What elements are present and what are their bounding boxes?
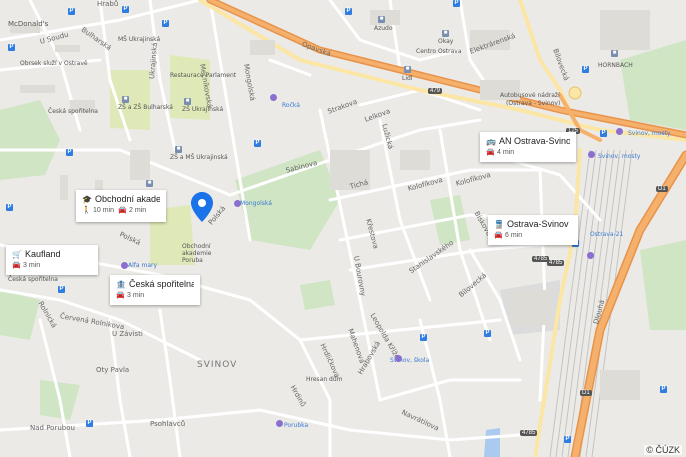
label-ostrava-svinov-paren: (Ostrava - Svinov) — [506, 100, 561, 107]
bus-stop-icon[interactable] — [616, 128, 623, 135]
parking-icon[interactable]: P — [58, 286, 65, 293]
card-obchodni-akademie[interactable]: 🎓 Obchodní akade… 🚶 10 min 🚘 2 min — [76, 190, 166, 222]
label-kaufland-area: Česká spořitelna — [8, 276, 58, 283]
district-label: SVINOV — [197, 360, 238, 370]
label-u-zavisti: U Závisti — [112, 330, 143, 338]
parking-icon[interactable]: P — [484, 330, 491, 337]
car-icon: 🚘 — [12, 262, 21, 269]
parking-icon[interactable]: P — [660, 386, 667, 393]
parking-icon[interactable]: P — [68, 8, 75, 15]
location-pin-icon[interactable] — [191, 192, 213, 222]
label-porubka: Porubka — [284, 422, 309, 429]
car-icon: 🚘 — [116, 292, 125, 299]
label-hrabu: Hrabů — [97, 0, 119, 8]
label-obchodni-akademie: Obchodní akademie Poruba — [182, 243, 212, 264]
card-kaufland[interactable]: 🛒 Kaufland 🚘 3 min — [6, 245, 98, 275]
label-svinov-mosty2: Svinov, mosty — [598, 153, 641, 160]
label-ceska-sporitelna-map: Česká spořitelna — [48, 108, 98, 115]
parking-icon[interactable]: P — [453, 0, 460, 7]
parking-icon[interactable]: P — [86, 420, 93, 427]
school-icon[interactable]: ■ — [184, 98, 191, 105]
label-lidl: Lidl — [402, 75, 413, 82]
label-autobusove: Autobusové nádraží — [500, 92, 560, 99]
card-title: Česká spořitelna — [129, 279, 194, 289]
road-shield-d1b: D1 — [580, 390, 592, 396]
label-svinov-mosty: Svinov, mosty — [628, 130, 671, 137]
bus-stop-icon[interactable] — [121, 262, 128, 269]
bus-stop-icon[interactable] — [276, 420, 283, 427]
label-zs-bulharska: ZŠ a ZŠ Bulharská — [118, 104, 173, 111]
label-hresan-dum: Hresan dům — [306, 376, 343, 383]
school-icon[interactable]: ■ — [175, 146, 182, 153]
bus-stop-icon[interactable] — [588, 151, 595, 158]
bus-stop-icon[interactable] — [270, 94, 277, 101]
bus-stop-icon[interactable] — [395, 355, 402, 362]
travel-time-car: 3 min — [23, 262, 41, 269]
copyright[interactable]: © ČÚZK — [644, 445, 682, 455]
label-zs-ukrajinska: ZŠ Ukrajinská — [182, 106, 224, 113]
parking-icon[interactable]: P — [600, 130, 607, 137]
travel-time-car: 4 min — [497, 149, 515, 156]
cart-icon: 🛒 — [12, 249, 22, 259]
walk-icon: 🚶 — [82, 207, 91, 214]
label-mongolska-stop: Mongolská — [240, 200, 272, 207]
card-ostrava-svinov[interactable]: 🚆 Ostrava-Svinov 🚘 6 min — [488, 215, 578, 245]
parking-icon[interactable]: P — [8, 44, 15, 51]
bus-stop-icon[interactable] — [234, 200, 241, 207]
label-okay: Okay — [438, 38, 454, 45]
car-icon: 🚘 — [494, 232, 503, 239]
water — [484, 428, 500, 457]
label-obrsek: Obrsek služí v Ostravě — [20, 60, 88, 67]
label-hornbach: HORNBACH — [598, 62, 633, 69]
label-ostrava-21: Ostrava-21 — [590, 231, 624, 238]
label-rocka: Ročká — [282, 102, 300, 109]
bus-stop-icon[interactable] — [587, 252, 594, 259]
label-alfa-mary: Alfa mary — [128, 262, 158, 269]
label-mcdonalds: McDonald's — [8, 20, 49, 28]
parking-icon[interactable]: P — [564, 436, 571, 443]
card-ceska-sporitelna[interactable]: 🏦 Česká spořitelna 🚘 3 min — [110, 275, 200, 305]
parking-icon[interactable]: P — [345, 8, 352, 15]
school-icon[interactable]: ■ — [122, 96, 129, 103]
bus-icon: 🚌 — [486, 136, 496, 146]
card-title: Obchodní akade… — [95, 194, 160, 204]
car-icon: 🚘 — [118, 207, 127, 214]
school-icon: 🎓 — [82, 194, 92, 204]
card-an-ostrava-svinov[interactable]: 🚌 AN Ostrava-Svinov 🚘 4 min — [480, 132, 576, 162]
parking-icon[interactable]: P — [582, 66, 589, 73]
label-psohlavcu: Psohlavců — [150, 420, 186, 428]
card-title: AN Ostrava-Svinov — [499, 136, 570, 146]
card-title: Ostrava-Svinov — [507, 219, 569, 229]
travel-time-car: 2 min — [129, 207, 147, 214]
shop-icon[interactable]: ■ — [611, 50, 618, 57]
travel-time-car: 3 min — [127, 292, 145, 299]
shop-icon[interactable]: ■ — [146, 180, 153, 187]
shop-icon[interactable]: ■ — [404, 66, 411, 73]
parking-icon[interactable]: P — [66, 149, 73, 156]
shop-icon[interactable]: ■ — [378, 16, 385, 23]
train-icon: 🚆 — [494, 219, 504, 229]
shop-icon[interactable]: ■ — [442, 30, 449, 37]
parking-icon[interactable]: P — [420, 334, 427, 341]
parking-icon[interactable]: P — [6, 204, 13, 211]
travel-time-car: 6 min — [505, 232, 523, 239]
travel-time-walk: 10 min — [93, 207, 115, 214]
label-centro-ostrava: Centro Ostrava — [416, 48, 462, 55]
road-shield-479: 479 — [428, 88, 443, 94]
road-shield-d1: D1 — [656, 186, 668, 192]
parking-icon[interactable]: P — [122, 6, 129, 13]
card-title: Kaufland — [25, 249, 61, 259]
parking-icon[interactable]: P — [254, 140, 261, 147]
label-azudo: Azudo — [374, 25, 393, 32]
label-oty-pavla: Oty Pavla — [96, 366, 130, 374]
parking-icon[interactable]: P — [162, 20, 169, 27]
bank-icon: 🏦 — [116, 279, 126, 289]
label-nad-porubou: Nad Porubou — [30, 424, 75, 432]
road-shield-4785c: 4785 — [520, 430, 538, 436]
car-icon: 🚘 — [486, 149, 495, 156]
label-zs-ms-ukrajinska: ZŠ a MŠ Ukrajinská — [170, 154, 228, 161]
road-shield-4785b: 4785 — [547, 260, 565, 266]
